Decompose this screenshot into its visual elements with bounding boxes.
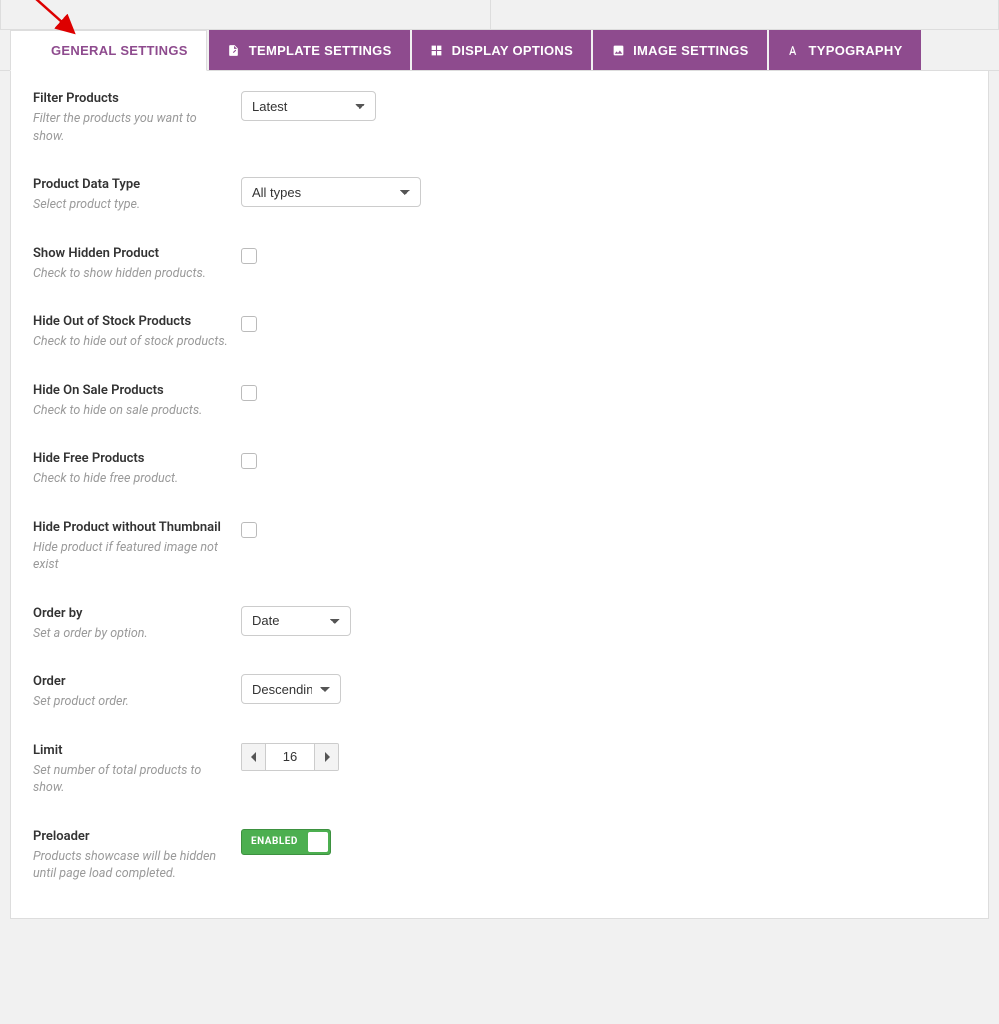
hide-no-thumb-label: Hide Product without Thumbnail <box>33 520 231 535</box>
limit-increment-button[interactable] <box>314 744 338 770</box>
hide-sale-desc: Check to hide on sale products. <box>33 402 231 420</box>
tab-template-settings[interactable]: TEMPLATE SETTINGS <box>209 30 410 70</box>
tab-typography[interactable]: TYPOGRAPHY <box>769 30 921 70</box>
product-data-type-select[interactable]: All types <box>241 177 421 207</box>
top-toolbar <box>0 0 999 30</box>
filter-products-label: Filter Products <box>33 91 231 106</box>
general-settings-panel: Filter Products Filter the products you … <box>10 71 989 919</box>
limit-label: Limit <box>33 743 231 758</box>
tab-bar: GENERAL SETTINGS TEMPLATE SETTINGS DISPL… <box>0 30 999 71</box>
font-icon <box>787 43 801 57</box>
tab-label: TYPOGRAPHY <box>809 43 903 58</box>
preloader-toggle[interactable]: ENABLED <box>241 829 331 855</box>
limit-input[interactable] <box>266 744 314 770</box>
show-hidden-label: Show Hidden Product <box>33 246 231 261</box>
order-by-label: Order by <box>33 606 231 621</box>
chevron-right-icon <box>324 752 330 762</box>
toggle-knob <box>308 832 328 852</box>
order-desc: Set product order. <box>33 693 231 711</box>
limit-spinner <box>241 743 339 771</box>
filter-products-desc: Filter the products you want to show. <box>33 110 231 145</box>
tab-general-settings[interactable]: GENERAL SETTINGS <box>10 30 207 71</box>
hide-no-thumb-desc: Hide product if featured image not exist <box>33 539 231 574</box>
filter-products-select[interactable]: Latest <box>241 91 376 121</box>
order-select[interactable]: Descending <box>241 674 341 704</box>
chevron-left-icon <box>251 752 257 762</box>
limit-desc: Set number of total products to show. <box>33 762 231 797</box>
hide-no-thumb-checkbox[interactable] <box>241 522 257 538</box>
tab-image-settings[interactable]: IMAGE SETTINGS <box>593 30 766 70</box>
hide-sale-label: Hide On Sale Products <box>33 383 231 398</box>
tab-label: GENERAL SETTINGS <box>51 43 188 58</box>
limit-decrement-button[interactable] <box>242 744 266 770</box>
show-hidden-desc: Check to show hidden products. <box>33 265 231 283</box>
show-hidden-checkbox[interactable] <box>241 248 257 264</box>
tab-label: TEMPLATE SETTINGS <box>249 43 392 58</box>
tab-label: IMAGE SETTINGS <box>633 43 748 58</box>
hide-free-label: Hide Free Products <box>33 451 231 466</box>
order-by-desc: Set a order by option. <box>33 625 231 643</box>
hide-oos-checkbox[interactable] <box>241 316 257 332</box>
order-by-select[interactable]: Date <box>241 606 351 636</box>
preloader-label: Preloader <box>33 829 231 844</box>
toggle-state-label: ENABLED <box>242 836 298 847</box>
tab-label: DISPLAY OPTIONS <box>452 43 574 58</box>
tab-display-options[interactable]: DISPLAY OPTIONS <box>412 30 592 70</box>
image-icon <box>611 43 625 57</box>
hide-free-checkbox[interactable] <box>241 453 257 469</box>
product-data-type-desc: Select product type. <box>33 196 231 214</box>
file-pencil-icon <box>227 43 241 57</box>
hide-oos-label: Hide Out of Stock Products <box>33 314 231 329</box>
hide-free-desc: Check to hide free product. <box>33 470 231 488</box>
grid-icon <box>430 43 444 57</box>
hide-oos-desc: Check to hide out of stock products. <box>33 333 231 351</box>
product-data-type-label: Product Data Type <box>33 177 231 192</box>
hide-sale-checkbox[interactable] <box>241 385 257 401</box>
gear-icon <box>29 44 43 58</box>
order-label: Order <box>33 674 231 689</box>
preloader-desc: Products showcase will be hidden until p… <box>33 848 231 883</box>
